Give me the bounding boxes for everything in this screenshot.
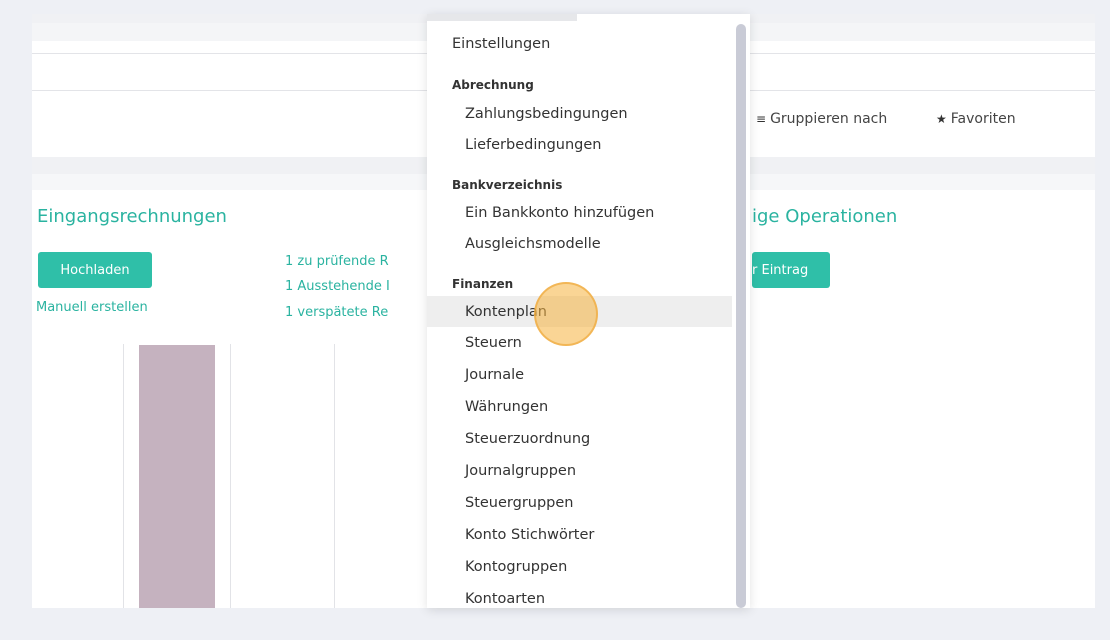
dropdown-top-border: [427, 14, 577, 21]
dropdown-scrollbar[interactable]: [734, 24, 746, 608]
menu-item-reconciliation-models[interactable]: Ausgleichsmodelle: [427, 228, 732, 259]
list-icon: ≡: [756, 112, 767, 126]
chart-gridline: [230, 344, 231, 608]
review-link[interactable]: 1 zu prüfende R: [285, 254, 389, 269]
upload-button[interactable]: Hochladen: [38, 252, 152, 288]
star-icon: ★: [936, 112, 947, 126]
scrollbar-thumb[interactable]: [736, 24, 746, 608]
menu-item-currencies[interactable]: Währungen: [427, 391, 732, 422]
chart-gridline: [123, 344, 124, 608]
menu-header-bank: Bankverzeichnis: [452, 178, 563, 192]
pending-link[interactable]: 1 Ausstehende I: [285, 279, 390, 294]
menu-item-delivery-terms[interactable]: Lieferbedingungen: [427, 129, 732, 160]
chart-bar: [139, 345, 215, 608]
group-by-button[interactable]: ≡ Gruppieren nach: [756, 111, 887, 127]
favorites-button[interactable]: ★ Favoriten: [936, 111, 1016, 127]
misc-operations-title: ige Operationen: [752, 206, 898, 227]
menu-item-journals[interactable]: Journale: [427, 359, 732, 390]
menu-item-tax-groups[interactable]: Steuergruppen: [427, 487, 732, 518]
menu-item-fiscal-positions[interactable]: Steuerzuordnung: [427, 423, 732, 454]
group-by-label: Gruppieren nach: [770, 111, 888, 127]
new-entry-button[interactable]: r Eintrag: [752, 252, 830, 288]
menu-item-account-tags[interactable]: Konto Stichwörter: [427, 519, 732, 550]
favorites-label: Favoriten: [950, 111, 1016, 127]
menu-item-settings[interactable]: Einstellungen: [427, 28, 732, 59]
menu-item-account-types[interactable]: Kontoarten: [427, 583, 732, 608]
click-highlight: [534, 282, 598, 346]
overdue-link[interactable]: 1 verspätete Re: [285, 305, 388, 320]
menu-header-finance: Finanzen: [452, 277, 514, 291]
menu-item-account-groups[interactable]: Kontogruppen: [427, 551, 732, 582]
incoming-invoices-title: Eingangsrechnungen: [37, 206, 227, 227]
chart-gridline: [334, 344, 335, 608]
manual-create-link[interactable]: Manuell erstellen: [36, 300, 148, 315]
menu-header-billing: Abrechnung: [452, 78, 534, 92]
menu-item-payment-terms[interactable]: Zahlungsbedingungen: [427, 98, 732, 129]
menu-item-add-bank-account[interactable]: Ein Bankkonto hinzufügen: [427, 197, 732, 228]
menu-item-journal-groups[interactable]: Journalgruppen: [427, 455, 732, 486]
